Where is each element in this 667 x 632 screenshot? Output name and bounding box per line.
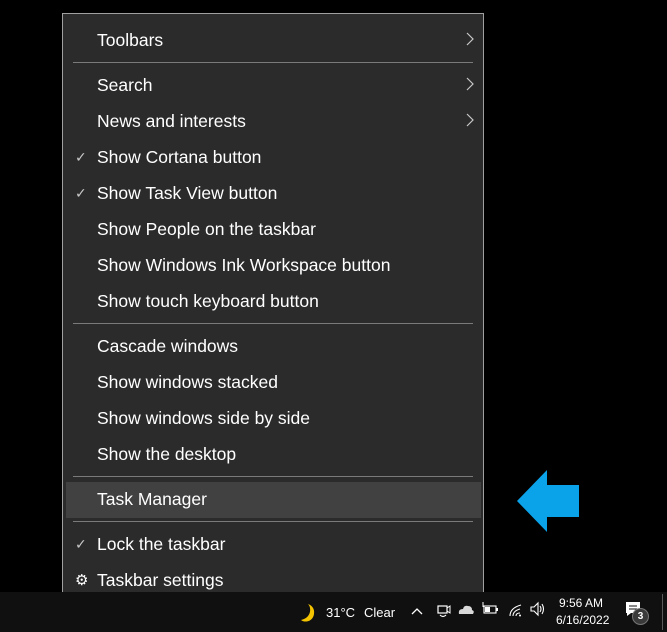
menu-item-label: Show windows stacked (97, 372, 278, 392)
show-desktop-button[interactable] (662, 594, 663, 630)
battery-charging-icon[interactable] (481, 601, 499, 617)
left-arrow-icon (517, 470, 579, 532)
menu-item-search[interactable]: Search (66, 68, 481, 104)
menu-item-label: Show windows side by side (97, 408, 311, 428)
menu-item-show-windows-ink[interactable]: Show Windows Ink Workspace button (66, 248, 481, 284)
menu-item-label: Lock the taskbar (97, 534, 226, 554)
weather-temperature[interactable]: 31°C (326, 605, 355, 620)
volume-icon[interactable] (529, 601, 547, 617)
menu-item-label: Show touch keyboard button (97, 291, 319, 311)
chevron-right-icon (466, 77, 474, 91)
menu-item-label: Task Manager (97, 489, 207, 509)
onedrive-cloud-icon[interactable] (457, 603, 475, 617)
menu-item-show-touch-keyboard[interactable]: Show touch keyboard button (66, 284, 481, 320)
taskbar-context-menu: Toolbars Search News and interests ✓ Sho… (62, 13, 484, 606)
checkmark-icon: ✓ (75, 536, 87, 552)
moon-icon (301, 604, 315, 622)
menu-item-task-manager[interactable]: Task Manager (66, 482, 481, 518)
taskbar: 31°C Clear 9:56 AM 6/16/2022 3 (0, 592, 667, 632)
menu-separator (73, 476, 473, 477)
menu-item-label: Toolbars (97, 30, 164, 50)
menu-item-label: Show Task View button (97, 183, 278, 203)
menu-item-label: Show People on the taskbar (97, 219, 316, 239)
notification-count-badge: 3 (632, 608, 649, 625)
menu-item-show-windows-side-by-side[interactable]: Show windows side by side (66, 401, 481, 437)
menu-item-show-windows-stacked[interactable]: Show windows stacked (66, 365, 481, 401)
chevron-right-icon (466, 32, 474, 46)
menu-separator (73, 62, 473, 63)
menu-item-news-and-interests[interactable]: News and interests (66, 104, 481, 140)
wifi-icon[interactable] (508, 603, 524, 617)
checkmark-icon: ✓ (75, 149, 87, 165)
menu-item-label: News and interests (97, 111, 246, 131)
menu-item-lock-the-taskbar[interactable]: ✓ Lock the taskbar (66, 527, 481, 563)
menu-item-label: Cascade windows (97, 336, 239, 356)
menu-item-cascade-windows[interactable]: Cascade windows (66, 329, 481, 365)
menu-item-label: Show Cortana button (97, 147, 262, 167)
chevron-up-icon[interactable] (410, 606, 424, 616)
menu-item-label: Show Windows Ink Workspace button (97, 255, 391, 275)
menu-item-show-people[interactable]: Show People on the taskbar (66, 212, 481, 248)
menu-item-label: Search (97, 75, 153, 95)
menu-separator (73, 521, 473, 522)
meet-now-icon[interactable] (436, 603, 452, 619)
menu-item-show-the-desktop[interactable]: Show the desktop (66, 437, 481, 473)
clock-date[interactable]: 6/16/2022 (556, 613, 609, 627)
menu-item-toolbars[interactable]: Toolbars (66, 23, 481, 59)
chevron-right-icon (466, 113, 474, 127)
gear-icon: ⚙ (75, 572, 89, 589)
action-center-button[interactable]: 3 (624, 598, 649, 626)
checkmark-icon: ✓ (75, 185, 87, 201)
menu-item-label: Show the desktop (97, 444, 237, 464)
menu-item-show-cortana-button[interactable]: ✓ Show Cortana button (66, 140, 481, 176)
clock-time[interactable]: 9:56 AM (559, 596, 603, 610)
weather-condition[interactable]: Clear (364, 605, 395, 620)
menu-item-label: Taskbar settings (97, 570, 224, 590)
menu-item-show-task-view-button[interactable]: ✓ Show Task View button (66, 176, 481, 212)
menu-separator (73, 323, 473, 324)
